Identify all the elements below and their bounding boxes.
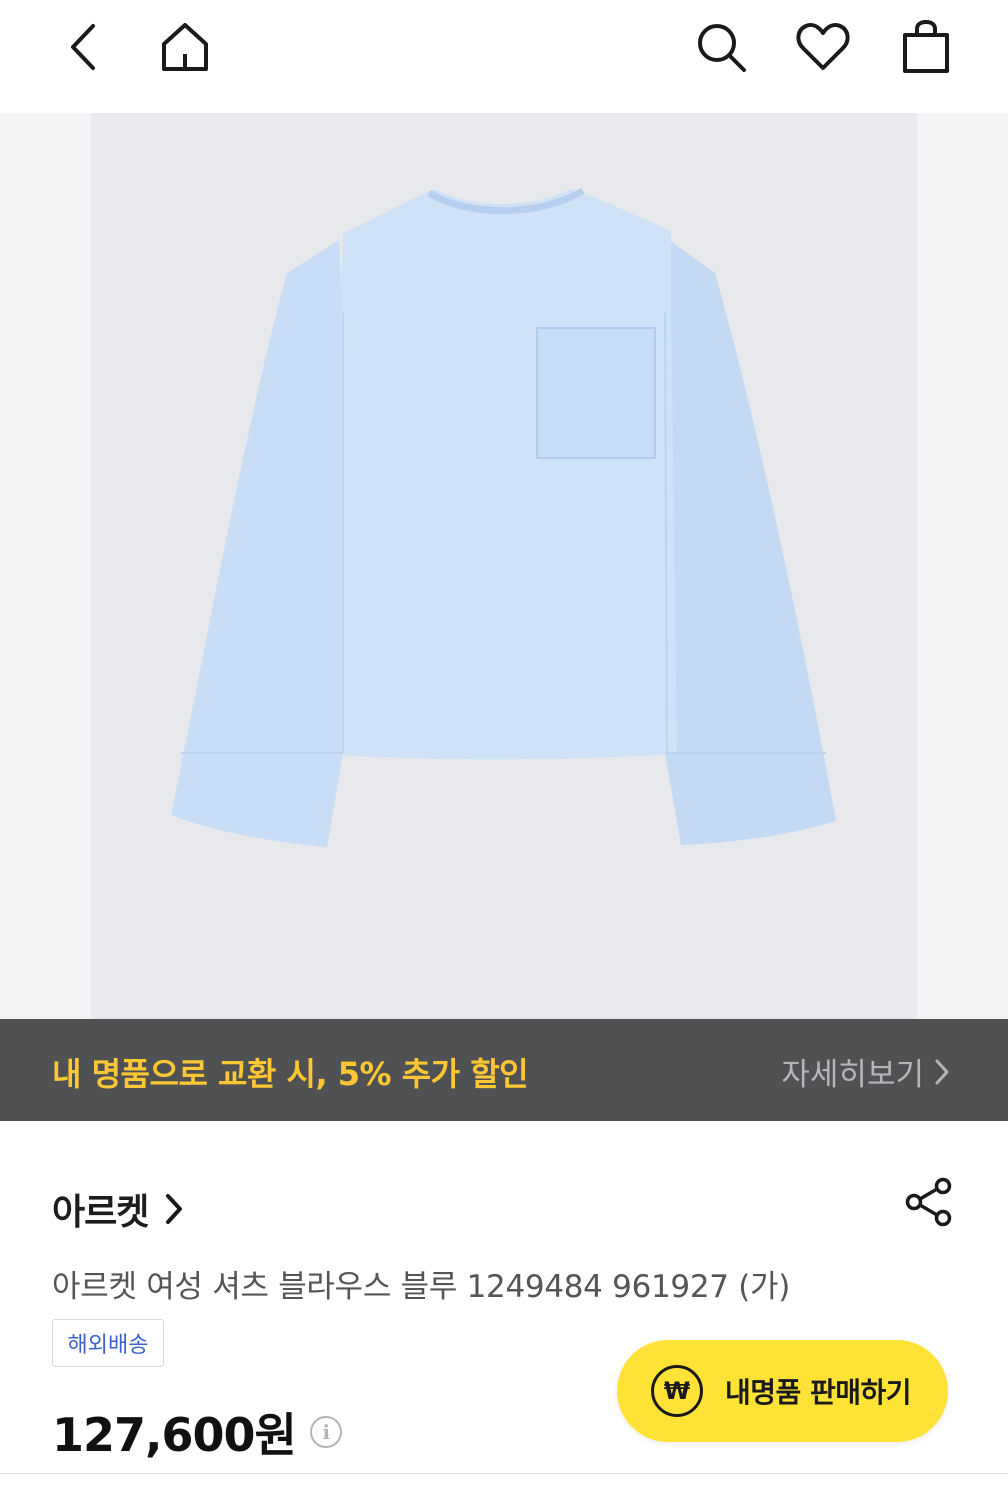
- brand-name: 아르켓: [52, 1192, 149, 1233]
- back-icon[interactable]: [50, 14, 116, 80]
- price-row: 127,600원 i: [52, 1399, 342, 1465]
- promo-more-label: 자세히보기: [781, 1057, 924, 1093]
- product-photo: [91, 113, 917, 1019]
- info-icon[interactable]: i: [309, 1416, 342, 1448]
- top-nav-bar: [0, 0, 1008, 113]
- promo-banner[interactable]: 내 명품으로 교환 시, 5% 추가 할인 자세히보기: [0, 1019, 1008, 1121]
- product-price: 127,600원: [52, 1408, 297, 1462]
- product-image-area[interactable]: [0, 113, 1008, 1019]
- chevron-right-icon: [935, 1059, 949, 1084]
- product-info: 아르켓 아르켓 여성 셔츠 블라우스 블루 1249484 961927 (가)…: [0, 1121, 1008, 1500]
- promo-message: 내 명품으로 교환 시, 5% 추가 할인: [52, 1055, 529, 1093]
- divider: [0, 1473, 1008, 1474]
- sell-button-label: 내명품 판매하기: [725, 1376, 912, 1409]
- promo-more-link[interactable]: 자세히보기: [781, 1049, 950, 1094]
- heart-icon[interactable]: [790, 14, 856, 80]
- won-coin-icon: ₩: [651, 1365, 703, 1417]
- chevron-right-icon: [166, 1194, 183, 1224]
- home-icon[interactable]: [152, 14, 218, 80]
- overseas-shipping-badge: 해외배송: [52, 1319, 164, 1367]
- sell-my-luxury-button[interactable]: ₩ 내명품 판매하기: [617, 1340, 948, 1442]
- share-icon[interactable]: [904, 1177, 954, 1227]
- brand-link[interactable]: 아르켓: [52, 1183, 184, 1235]
- shopping-bag-icon[interactable]: [893, 14, 959, 80]
- search-icon[interactable]: [688, 14, 754, 80]
- blouse-illustration: [171, 187, 836, 847]
- product-title: 아르켓 여성 셔츠 블라우스 블루 1249484 961927 (가): [52, 1269, 791, 1305]
